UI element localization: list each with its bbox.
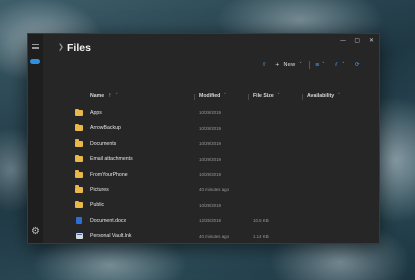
column-divider[interactable] bbox=[302, 94, 303, 100]
toolbar: ⇧ + New ˅ ≡ ˅ ⫽ ˅ ⟳ bbox=[43, 60, 379, 72]
folder-icon bbox=[75, 108, 83, 116]
chevron-right-icon: ❯ bbox=[58, 43, 64, 51]
folder-icon bbox=[75, 185, 83, 193]
title-bar: ❯ Files — ▢ ✕ bbox=[43, 34, 379, 62]
file-modified: 10/29/2019 bbox=[199, 125, 221, 131]
column-size-label: File Size bbox=[253, 93, 274, 99]
chevron-down-icon: ˅ bbox=[277, 93, 280, 99]
column-divider[interactable] bbox=[194, 94, 195, 100]
file-list: Apps 10/29/2019 ArrowBackup 10/29/2019 D… bbox=[43, 106, 379, 243]
column-modified-header[interactable]: Modified ˅ bbox=[199, 93, 226, 99]
file-name: Public bbox=[90, 202, 105, 209]
file-size: 10.6 KB bbox=[253, 218, 269, 224]
folder-icon bbox=[75, 123, 83, 132]
file-modified: 40 minutes ago bbox=[199, 233, 230, 239]
sort-ascending-icon: ↑ bbox=[107, 93, 112, 99]
file-row[interactable]: Documents 10/29/2019 bbox=[43, 137, 379, 152]
chevron-down-icon: ˅ bbox=[223, 93, 227, 99]
file-modified: 40 minutes ago bbox=[199, 187, 230, 193]
file-name: Documents bbox=[90, 140, 117, 147]
refresh-icon[interactable]: ⟳ bbox=[355, 60, 360, 70]
folder-icon bbox=[75, 139, 83, 147]
upload-icon[interactable]: ⇧ bbox=[262, 60, 267, 70]
column-availability-header[interactable]: Availability ˅ bbox=[307, 93, 340, 99]
word-doc-icon bbox=[76, 217, 82, 225]
column-availability-label: Availability bbox=[307, 93, 335, 99]
shortcut-icon bbox=[76, 233, 83, 240]
sort-icon[interactable]: ⫽ bbox=[335, 60, 337, 70]
file-row[interactable]: Document.docx 12/25/2019 10.6 KB bbox=[43, 214, 379, 229]
file-row[interactable]: FromYourPhone 10/29/2019 bbox=[43, 168, 379, 183]
hamburger-icon[interactable] bbox=[32, 44, 39, 49]
file-name: Pictures bbox=[90, 186, 109, 193]
file-row[interactable]: ArrowBackup 10/29/2019 bbox=[43, 121, 379, 136]
settings-icon[interactable]: ⚙ bbox=[30, 226, 41, 237]
navigation-rail: ⚙ bbox=[28, 34, 43, 243]
chevron-down-icon[interactable]: ˅ bbox=[342, 60, 345, 70]
close-button[interactable]: ✕ bbox=[369, 37, 374, 44]
files-app-window: ⚙ ❯ Files — ▢ ✕ ⇧ + New ˅ ≡ ˅ ⫽ ˅ ⟳ Name… bbox=[27, 33, 380, 244]
column-modified-label: Modified bbox=[199, 93, 221, 99]
file-modified: 10/29/2019 bbox=[199, 171, 221, 177]
chevron-down-icon[interactable]: ˅ bbox=[322, 60, 325, 70]
column-header: Name ↑ ˅ Modified ˅ File Size ˅ Availabi… bbox=[43, 92, 379, 104]
column-name-header[interactable]: Name ↑ ˅ bbox=[90, 93, 118, 99]
file-name: Document.docx bbox=[90, 217, 127, 224]
file-row[interactable]: Public 10/29/2019 bbox=[43, 198, 379, 213]
chevron-down-icon: ˅ bbox=[337, 93, 341, 99]
file-row[interactable]: Apps 10/29/2019 bbox=[43, 106, 379, 121]
chevron-down-icon: ˅ bbox=[115, 93, 118, 99]
column-name-label: Name bbox=[90, 93, 105, 99]
column-divider[interactable] bbox=[248, 94, 249, 100]
folder-icon bbox=[75, 170, 83, 178]
chevron-down-icon: ˅ bbox=[299, 62, 302, 68]
file-name: ArrowBackup bbox=[90, 125, 121, 132]
file-row[interactable]: Email attachments 10/29/2019 bbox=[43, 152, 379, 167]
file-name: Personal Vault.lnk bbox=[90, 233, 132, 240]
new-button-label: New bbox=[283, 62, 296, 68]
cloud-icon[interactable] bbox=[30, 59, 40, 64]
minimize-button[interactable]: — bbox=[340, 37, 346, 44]
file-name: Email attachments bbox=[90, 156, 133, 163]
file-modified: 10/29/2019 bbox=[199, 156, 221, 162]
file-modified: 10/29/2019 bbox=[199, 141, 221, 147]
file-modified: 10/29/2019 bbox=[199, 110, 221, 116]
view-options-icon[interactable]: ≡ bbox=[315, 60, 320, 70]
folder-icon bbox=[75, 154, 83, 163]
page-title: Files bbox=[67, 42, 91, 54]
column-size-header[interactable]: File Size ˅ bbox=[253, 93, 280, 99]
folder-icon bbox=[75, 200, 83, 209]
file-name: Apps bbox=[90, 110, 102, 116]
toolbar-divider bbox=[309, 61, 310, 69]
file-row[interactable]: Personal Vault.lnk 40 minutes ago 1.14 K… bbox=[43, 229, 379, 243]
file-row[interactable]: Pictures 40 minutes ago bbox=[43, 183, 379, 198]
file-name: FromYourPhone bbox=[90, 171, 128, 178]
file-modified: 10/29/2019 bbox=[199, 202, 221, 208]
plus-icon: + bbox=[275, 62, 280, 68]
file-modified: 12/25/2019 bbox=[199, 218, 221, 224]
new-button[interactable]: + New ˅ bbox=[275, 60, 302, 70]
maximize-button[interactable]: ▢ bbox=[354, 37, 360, 44]
file-size: 1.14 KB bbox=[253, 233, 269, 239]
